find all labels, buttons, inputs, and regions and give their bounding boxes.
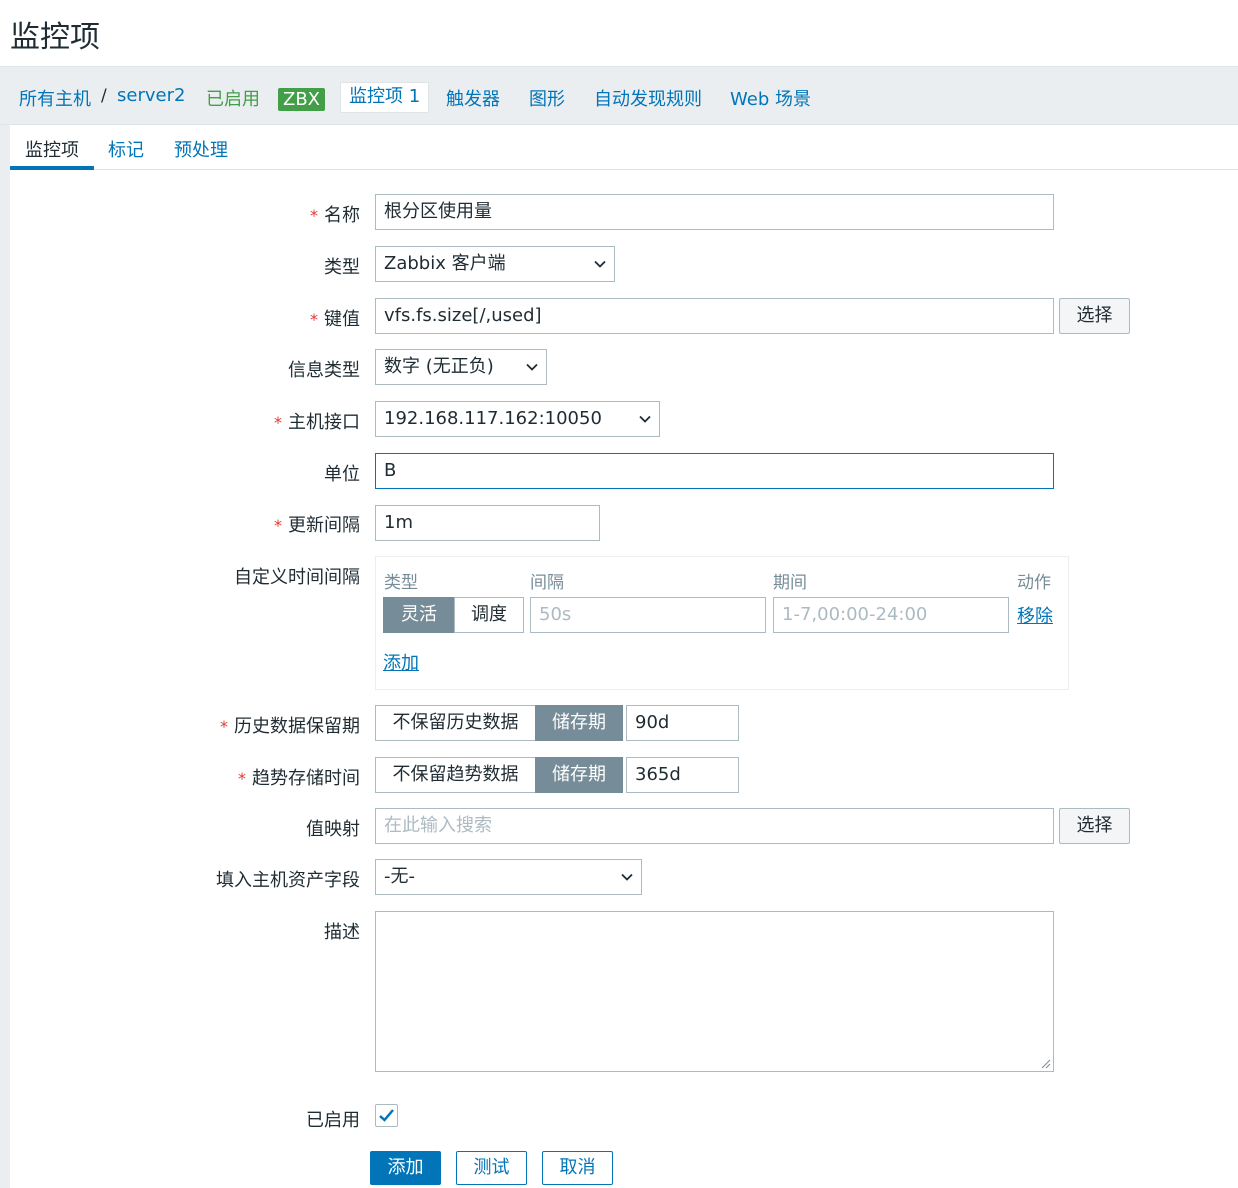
interface-label: * 主机接口 [274, 412, 360, 433]
history-label: * 历史数据保留期 [220, 716, 360, 737]
type-select[interactable]: Zabbix 客户端 [375, 246, 615, 282]
history-input[interactable]: 90d [626, 705, 739, 741]
inventory-select-value: -无- [384, 866, 415, 887]
discovery-rules-link[interactable]: 自动发现规则 [594, 85, 702, 111]
enabled-label: 已启用 [306, 1110, 360, 1131]
required-mark: * [238, 769, 246, 788]
left-border [0, 125, 10, 1188]
type-label: 类型 [324, 257, 360, 278]
host-status[interactable]: 已启用 [206, 85, 260, 111]
tab-tags[interactable]: 标记 [108, 136, 144, 162]
interface-select[interactable]: 192.168.117.162:10050 [375, 401, 660, 437]
triggers-link[interactable]: 触发器 [446, 85, 500, 111]
interface-select-value: 192.168.117.162:10050 [384, 408, 602, 429]
required-mark: * [310, 310, 318, 329]
key-select-button[interactable]: 选择 [1059, 298, 1130, 334]
column-action: 动作 [1017, 573, 1051, 593]
custom-intervals-label: 自定义时间间隔 [234, 567, 360, 588]
units-input[interactable]: B [375, 453, 1054, 489]
web-scenarios-link[interactable]: Web 场景 [730, 85, 811, 111]
trends-do-not-keep-toggle[interactable]: 不保留趋势数据 [375, 757, 536, 793]
interval-input[interactable]: 50s [530, 597, 766, 633]
scheduling-toggle[interactable]: 调度 [454, 597, 524, 633]
chevron-down-icon [621, 873, 633, 881]
column-type: 类型 [384, 573, 418, 593]
valuemap-select-button[interactable]: 选择 [1059, 808, 1130, 844]
add-button[interactable]: 添加 [370, 1151, 441, 1185]
description-textarea[interactable] [375, 911, 1054, 1072]
description-label: 描述 [324, 922, 360, 943]
valuemap-search-input[interactable]: 在此输入搜索 [375, 808, 1054, 844]
graphs-link[interactable]: 图形 [529, 85, 565, 111]
value-type-select[interactable]: 数字 (无正负) [375, 349, 547, 385]
custom-intervals-table: 类型 间隔 期间 动作 灵活 调度 50s 1-7,00:00-24:00 移除… [375, 556, 1069, 690]
column-interval: 间隔 [530, 573, 564, 593]
value-type-label: 信息类型 [288, 360, 360, 381]
required-mark: * [274, 516, 282, 535]
trends-label: * 趋势存储时间 [238, 768, 360, 789]
delay-input[interactable]: 1m [375, 505, 600, 541]
name-label: * 名称 [310, 205, 360, 226]
zbx-availability-badge: ZBX [278, 88, 326, 111]
chevron-down-icon [639, 415, 651, 423]
valuemap-label: 值映射 [306, 819, 360, 840]
resize-grip-icon[interactable] [1039, 1057, 1051, 1069]
breadcrumb-separator: / [101, 86, 107, 106]
required-mark: * [274, 413, 282, 432]
host-navigation: 所有主机 / server2 已启用 ZBX 监控项 1 触发器 图形 自动发现… [0, 66, 1238, 125]
all-hosts-link[interactable]: 所有主机 [19, 85, 91, 111]
history-do-not-keep-toggle[interactable]: 不保留历史数据 [375, 705, 536, 741]
form-tabs: 监控项 标记 预处理 [10, 125, 1238, 170]
checkmark-icon [379, 1109, 394, 1122]
name-input[interactable]: 根分区使用量 [375, 194, 1054, 230]
inventory-select[interactable]: -无- [375, 859, 642, 895]
page-title: 监控项 [10, 20, 100, 55]
key-label: * 键值 [310, 309, 360, 330]
value-type-select-value: 数字 (无正负) [384, 356, 494, 377]
column-period: 期间 [773, 573, 807, 593]
tab-item[interactable]: 监控项 [25, 136, 79, 162]
chevron-down-icon [526, 363, 538, 371]
required-mark: * [220, 717, 228, 736]
active-tab-indicator [10, 166, 94, 170]
remove-interval-link[interactable]: 移除 [1017, 602, 1053, 628]
flexible-toggle[interactable]: 灵活 [383, 597, 455, 633]
enabled-checkbox[interactable] [375, 1104, 398, 1127]
host-link[interactable]: server2 [117, 85, 185, 106]
period-input[interactable]: 1-7,00:00-24:00 [773, 597, 1009, 633]
trends-storage-period-toggle[interactable]: 储存期 [535, 757, 623, 793]
tab-preprocessing[interactable]: 预处理 [174, 136, 228, 162]
history-storage-period-toggle[interactable]: 储存期 [535, 705, 623, 741]
test-button[interactable]: 测试 [456, 1151, 527, 1185]
trends-input[interactable]: 365d [626, 757, 739, 793]
key-input[interactable]: vfs.fs.size[/,used] [375, 298, 1054, 334]
inventory-label: 填入主机资产字段 [216, 870, 360, 891]
cancel-button[interactable]: 取消 [542, 1151, 613, 1185]
add-interval-link[interactable]: 添加 [383, 649, 419, 675]
items-tab[interactable]: 监控项 1 [340, 82, 430, 113]
type-select-value: Zabbix 客户端 [384, 253, 506, 274]
required-mark: * [310, 206, 318, 225]
chevron-down-icon [594, 260, 606, 268]
units-label: 单位 [324, 464, 360, 485]
delay-label: * 更新间隔 [274, 515, 360, 536]
